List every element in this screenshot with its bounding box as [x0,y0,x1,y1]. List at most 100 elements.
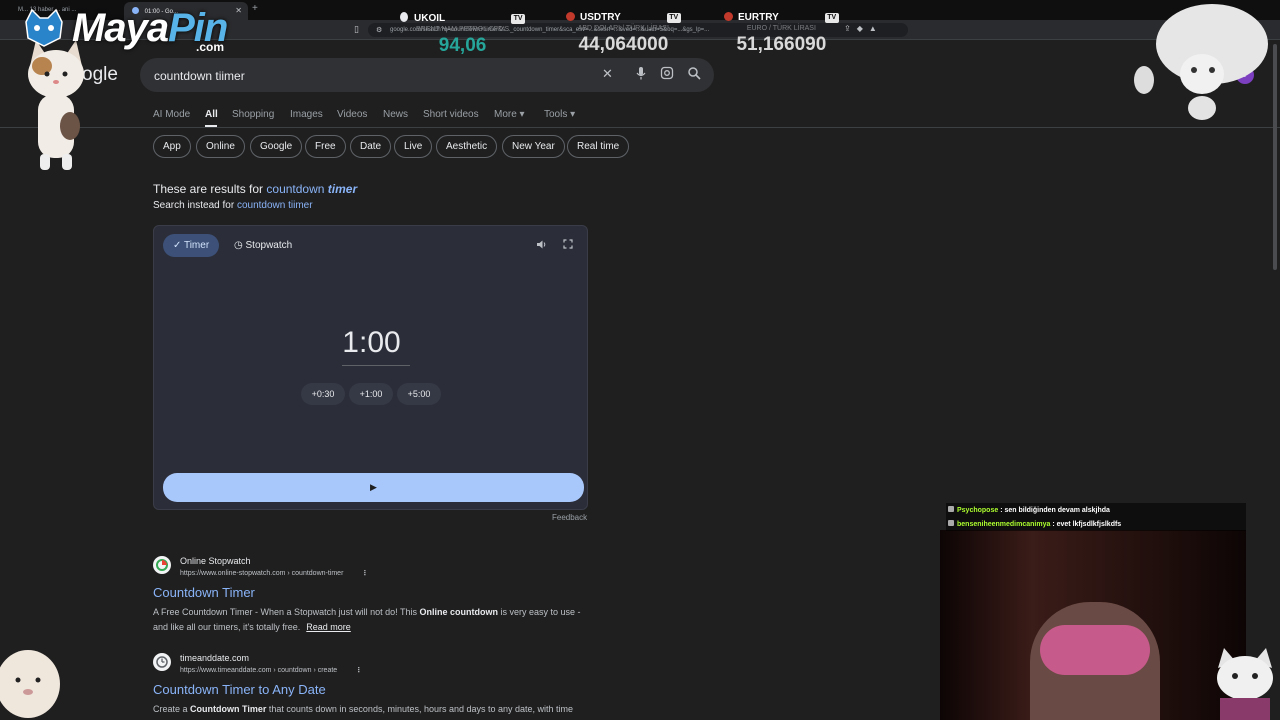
corrected-word-bold: timer [327,182,358,196]
result-site-name[interactable]: Online Stopwatch [180,556,251,566]
screen: M... 13 haber ... ani ... 01:00 - Go... … [0,0,1280,720]
us-flag-icon [566,12,575,21]
alert-icon[interactable]: ▲ [869,24,883,33]
tab-videos[interactable]: Videos [337,109,367,120]
white-cat-sticker-icon [1134,4,1268,120]
bookmark-icon[interactable]: ▯ [354,24,359,35]
ticker-value: 51,166090 [736,34,827,55]
corrected-query-link[interactable]: countdown timer [266,182,357,196]
tab-short-videos[interactable]: Short videos [423,109,479,120]
share-icon[interactable]: ⇪ [844,24,857,33]
result-url-text: https://www.timeanddate.com › countdown … [180,667,338,674]
timer-tab[interactable]: ✓ Timer [163,234,220,257]
online-stopwatch-favicon-icon [153,556,171,574]
fullscreen-icon[interactable] [563,239,573,252]
mayapin-cat-icon [25,8,63,47]
result-url[interactable]: https://www.timeanddate.com › countdown … [180,666,362,674]
stopwatch-label: Stopwatch [245,240,293,251]
chat-username: Psychopose [957,507,999,514]
tradingview-icon: TV [511,14,526,24]
read-more-link[interactable]: Read more [306,622,351,632]
clear-icon[interactable]: ✕ [602,66,613,82]
chip-free[interactable]: Free [305,135,346,158]
snippet-bold: Countdown Timer [190,704,267,714]
chip-real-time[interactable]: Real time [567,135,630,158]
tools-button[interactable]: Tools ▾ [544,109,575,120]
chat-message: Psychopose : sen bildiğinden devam alskj… [946,503,1246,517]
clock-icon: ◷ [234,240,243,251]
webcam-feed [940,530,1246,720]
ticker-eurtry: EURTRY TV EURO / TÜRK LİRASI 51,166090 [724,12,839,56]
search-result: Online Stopwatch https://www.online-stop… [153,556,593,636]
search-instead: Search instead for countdown tiimer [153,200,313,211]
tab-news[interactable]: News [383,109,408,120]
result-snippet: A Free Countdown Timer - When a Stopwatc… [153,605,593,635]
timer-widget: ✓ Timer ◷ Stopwatch 1:00 +0:30 +1:00 +5:… [153,225,588,510]
original-query-link[interactable]: countdown tiimer [237,200,313,211]
tab-all[interactable]: All [205,109,218,120]
chip-google[interactable]: Google [250,135,303,158]
result-url[interactable]: https://www.online-stopwatch.com › count… [180,569,368,577]
result-title-link[interactable]: Countdown Timer [153,585,255,600]
volume-icon[interactable] [536,239,547,253]
header-divider [0,127,1280,128]
feedback-link[interactable]: Feedback [552,513,587,522]
play-icon: ▶ [370,482,377,492]
brand-com: .com [196,40,225,54]
result-site-name[interactable]: timeanddate.com [180,653,249,663]
ticker-value: 44,064000 [578,34,669,55]
ticker-symbol: USDTRY [580,12,621,23]
timer-display[interactable]: 1:00 [154,326,589,360]
search-box[interactable]: countdown tiimer ✕ [140,58,714,92]
ticker-value: 94,06 [438,35,487,56]
chat-message: benseniheenmedimcanimya : evet lkfjsdlkf… [946,517,1246,531]
add-5m-button[interactable]: +5:00 [397,383,441,405]
microphone-icon[interactable] [636,66,646,83]
chip-live[interactable]: Live [394,135,433,158]
result-snippet: Create a Countdown Timer that counts dow… [153,702,593,720]
chip-new-year[interactable]: New Year [502,135,565,158]
tab-images[interactable]: Images [290,109,323,120]
brand-maya: Maya [72,6,169,50]
tab-more[interactable]: More ▾ [494,109,525,120]
cat-sticker-icon [28,40,84,170]
tradingview-icon: TV [824,13,839,23]
ticker-name: BRENT HAM PETROL CFD'S [415,26,510,33]
tradingview-icon: TV [666,13,681,23]
start-button[interactable]: ▶ [163,473,584,502]
ticker-name: EURO / TÜRK LİRASI [746,25,816,32]
chat-username: benseniheenmedimcanimya [957,521,1051,528]
snippet-text: Create a [153,704,191,714]
close-icon[interactable]: ✕ [235,6,242,15]
snippet-bold: Online countdown [419,607,498,617]
search-input[interactable]: countdown tiimer [154,69,245,83]
more-options-icon[interactable]: ⋮ [355,667,362,674]
instead-prefix: Search instead for [153,200,235,211]
chip-date[interactable]: Date [350,135,392,158]
chat-text: evet lkfjsdlkfjslkdfs [1056,521,1122,528]
tab-shopping[interactable]: Shopping [232,109,274,120]
result-url-text: https://www.online-stopwatch.com › count… [180,570,344,577]
cat-sticker-icon [0,650,60,718]
chip-online[interactable]: Online [196,135,245,158]
search-icon[interactable] [687,66,701,83]
tab-ai-mode[interactable]: AI Mode [153,109,190,120]
result-title-link[interactable]: Countdown Timer to Any Date [153,682,326,697]
new-tab-button[interactable]: + [252,3,258,14]
chat-text: sen bildiğinden devam alskjhda [1004,507,1110,514]
chip-aesthetic[interactable]: Aesthetic [436,135,498,158]
site-info-icon[interactable]: ⚙ [376,26,382,34]
chip-app[interactable]: App [153,135,191,158]
stopwatch-tab[interactable]: ◷ Stopwatch [224,234,302,257]
correction-prefix: These are results for [153,182,264,196]
more-options-icon[interactable]: ⋮ [361,570,368,577]
ticker-name: ABD DOLARI / TÜRK LİRASI [577,25,670,32]
lens-icon[interactable] [660,66,674,83]
add-1m-button[interactable]: +1:00 [349,383,393,405]
stream-chat: Psychopose : sen bildiğinden devam alskj… [946,503,1246,531]
extension-icon[interactable]: ◆ [857,24,869,33]
timeanddate-favicon-icon [153,653,171,671]
add-30s-button[interactable]: +0:30 [301,383,345,405]
snippet-text: A Free Countdown Timer - When a Stopwatc… [153,607,420,617]
search-result: timeanddate.com https://www.timeanddate.… [153,653,593,720]
